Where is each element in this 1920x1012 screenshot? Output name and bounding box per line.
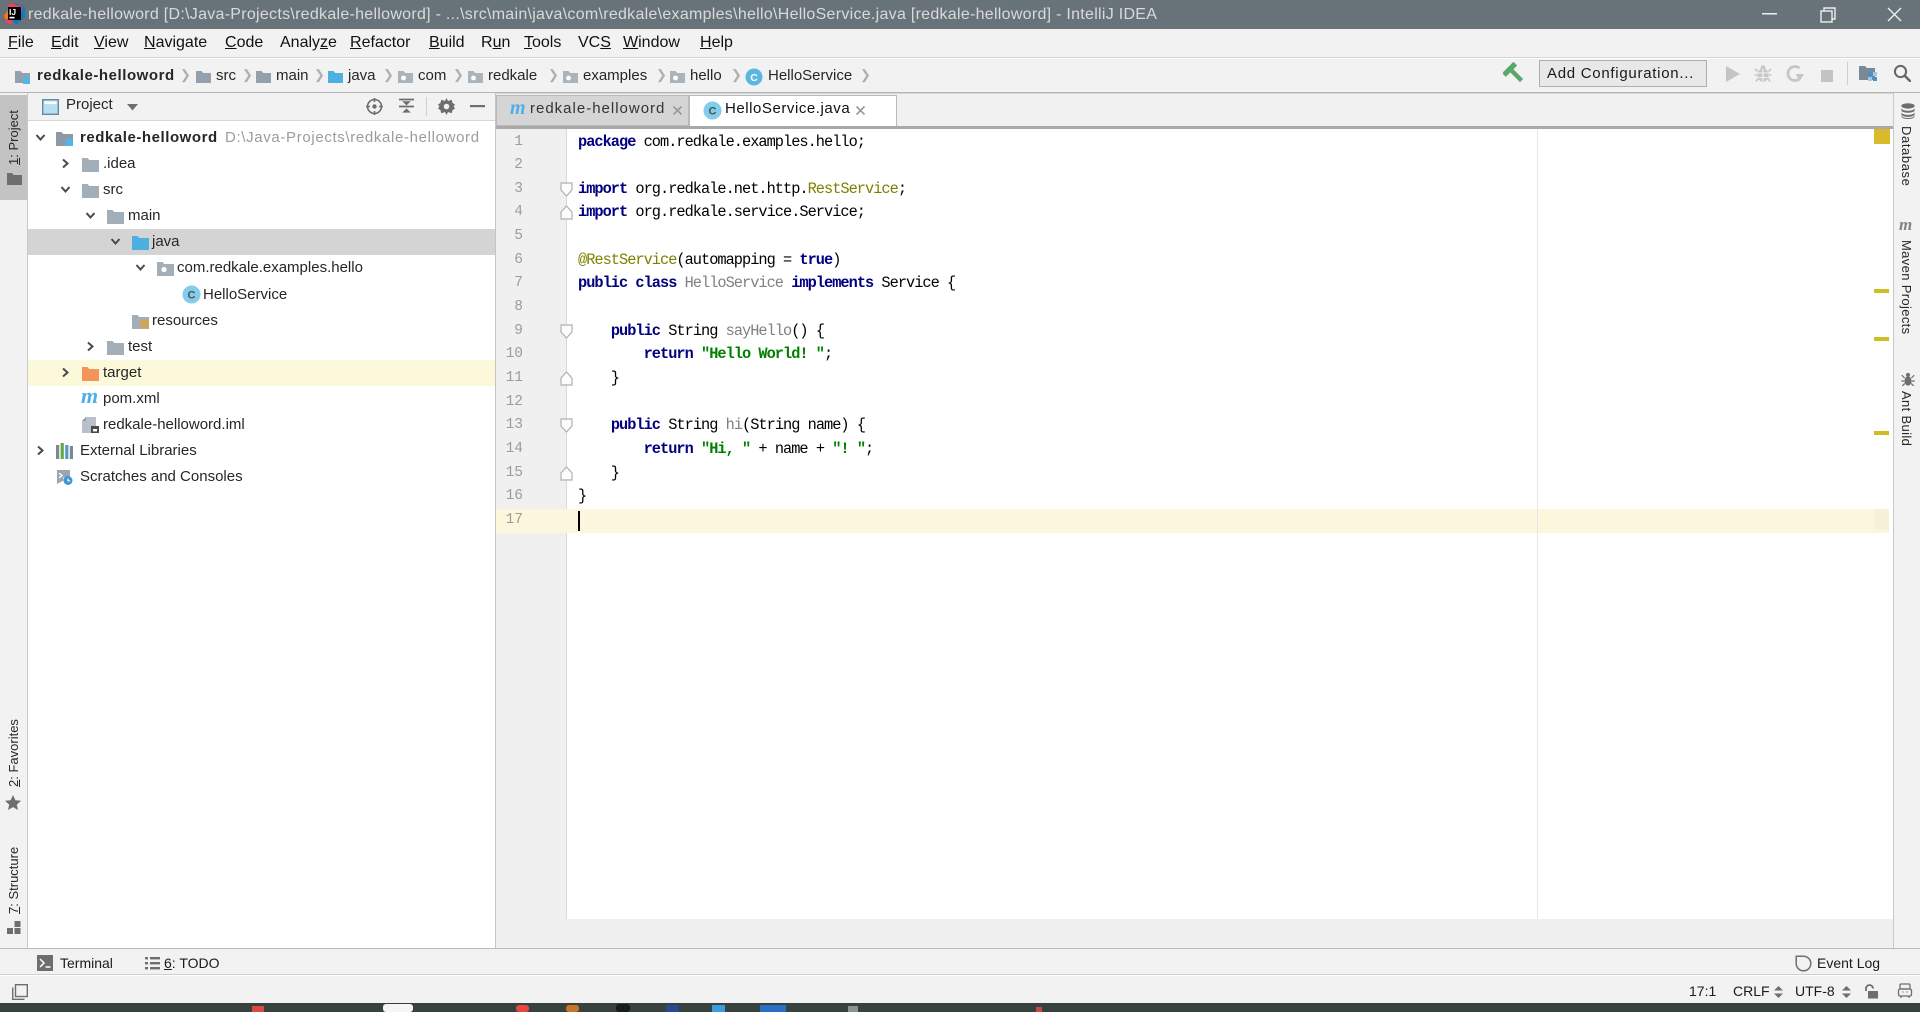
svg-text:C: C	[750, 72, 758, 84]
svg-text:C: C	[188, 290, 196, 302]
svg-text:IJ: IJ	[9, 7, 16, 17]
